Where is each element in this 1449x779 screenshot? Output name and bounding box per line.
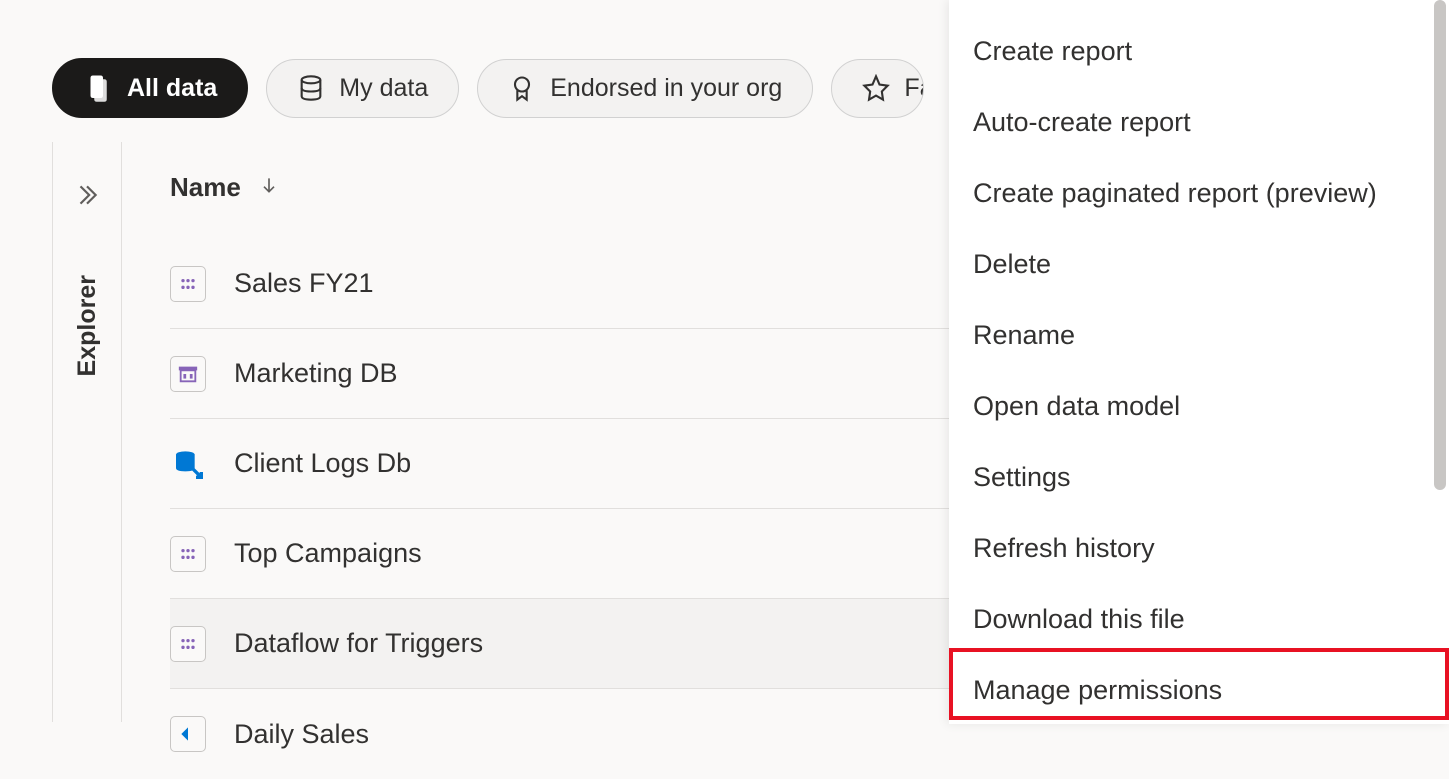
filter-label-endorsed: Endorsed in your org bbox=[550, 74, 782, 103]
filter-my-data[interactable]: My data bbox=[266, 59, 459, 118]
star-icon bbox=[862, 74, 890, 102]
menu-create-paginated[interactable]: Create paginated report (preview) bbox=[949, 158, 1449, 229]
filter-endorsed[interactable]: Endorsed in your org bbox=[477, 59, 813, 118]
filter-label-favorites: Fa bbox=[904, 74, 924, 103]
menu-open-data-model[interactable]: Open data model bbox=[949, 371, 1449, 442]
database-blue-icon bbox=[170, 446, 206, 482]
menu-delete[interactable]: Delete bbox=[949, 229, 1449, 300]
column-name: Name bbox=[170, 172, 241, 203]
all-data-icon bbox=[83, 73, 113, 103]
row-name: Sales FY21 bbox=[234, 268, 374, 299]
menu-settings[interactable]: Settings bbox=[949, 442, 1449, 513]
explorer-panel: Explorer bbox=[52, 142, 122, 722]
row-name: Dataflow for Triggers bbox=[234, 628, 483, 659]
menu-download-file[interactable]: Download this file bbox=[949, 584, 1449, 655]
sort-arrow-down-icon bbox=[259, 175, 279, 201]
dataset-icon bbox=[170, 626, 206, 662]
context-menu: Create report Auto-create report Create … bbox=[949, 0, 1449, 724]
filter-favorites[interactable]: Fa bbox=[831, 59, 924, 118]
database-icon bbox=[297, 74, 325, 102]
menu-auto-create-report[interactable]: Auto-create report bbox=[949, 87, 1449, 158]
menu-create-report[interactable]: Create report bbox=[949, 16, 1449, 87]
row-name: Daily Sales bbox=[234, 719, 369, 750]
row-name: Marketing DB bbox=[234, 358, 398, 389]
menu-rename[interactable]: Rename bbox=[949, 300, 1449, 371]
datamart-icon bbox=[170, 356, 206, 392]
scrollbar-thumb[interactable] bbox=[1434, 0, 1446, 490]
filter-all-data[interactable]: All data bbox=[52, 58, 248, 118]
report-icon bbox=[170, 716, 206, 752]
row-name: Client Logs Db bbox=[234, 448, 411, 479]
dataset-icon bbox=[170, 266, 206, 302]
row-name: Top Campaigns bbox=[234, 538, 422, 569]
chevron-right-icon[interactable] bbox=[74, 182, 100, 215]
menu-refresh-history[interactable]: Refresh history bbox=[949, 513, 1449, 584]
menu-manage-permissions[interactable]: Manage permissions bbox=[949, 655, 1449, 726]
ribbon-icon bbox=[508, 74, 536, 102]
filter-label-mydata: My data bbox=[339, 74, 428, 103]
filter-label-all: All data bbox=[127, 74, 217, 103]
explorer-label: Explorer bbox=[73, 275, 102, 376]
dataset-icon bbox=[170, 536, 206, 572]
